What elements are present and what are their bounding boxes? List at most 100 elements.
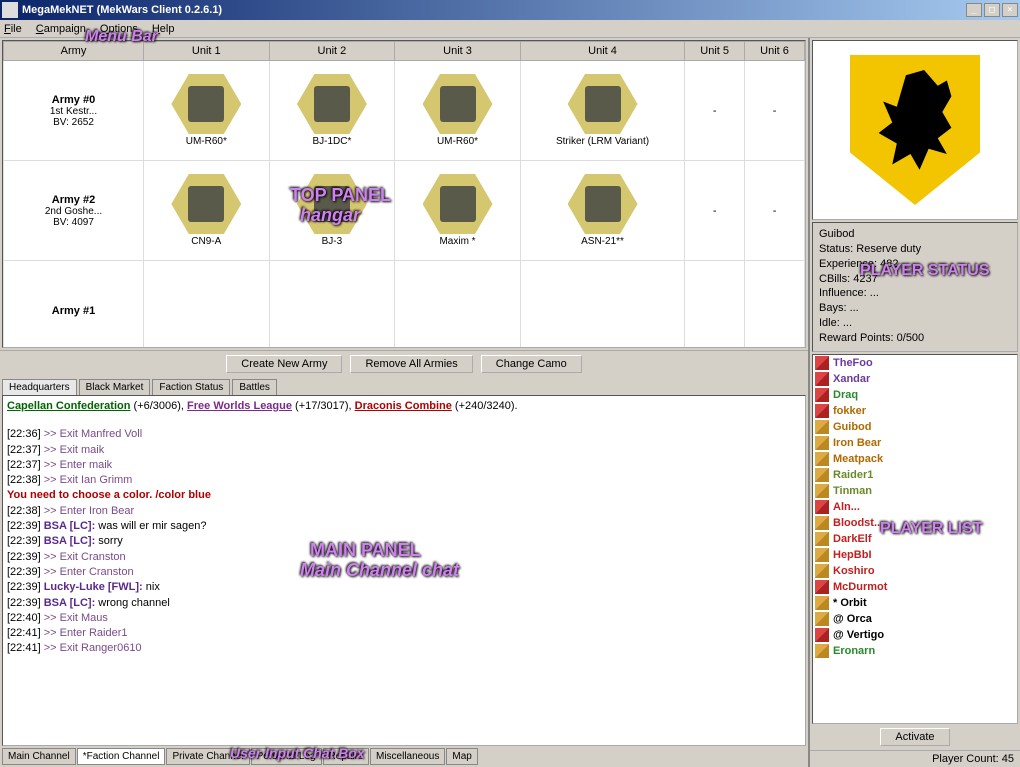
player-list[interactable]: TheFooXandarDraqfokkerGuibodIron BearMea… <box>812 354 1018 724</box>
chat-tab[interactable]: *Faction Channel <box>77 748 166 765</box>
unit-cell[interactable]: UM-R60* <box>144 61 270 161</box>
menu-file[interactable]: File <box>4 23 22 35</box>
sword-icon <box>815 356 829 370</box>
army-cell[interactable]: Army #22nd Goshe...BV: 4097 <box>4 161 144 261</box>
chat-tab[interactable]: Private Channel <box>166 748 249 765</box>
unit-cell[interactable]: ASN-21** <box>520 161 684 261</box>
sword-icon <box>815 628 829 642</box>
unit-cell[interactable]: BJ-1DC* <box>269 61 395 161</box>
unit-cell[interactable]: CN9-A <box>144 161 270 261</box>
player-row[interactable]: DarkElf <box>813 531 1017 547</box>
player-row[interactable]: Meatpack <box>813 451 1017 467</box>
unit-cell: - <box>685 161 745 261</box>
sword-icon <box>815 564 829 578</box>
chat-line: [22:39] Lucky-Luke [FWL]: nix <box>7 580 801 594</box>
unit-cell: - <box>685 61 745 161</box>
player-row[interactable]: @ Orca <box>813 611 1017 627</box>
remove-armies-button[interactable]: Remove All Armies <box>350 355 472 373</box>
lion-icon <box>870 70 961 175</box>
change-camo-button[interactable]: Change Camo <box>481 355 582 373</box>
chat-line: [22:38] >> Enter Iron Bear <box>7 504 801 518</box>
faction-link[interactable]: Capellan Confederation <box>7 400 130 412</box>
chat-tab[interactable]: Repairs <box>323 748 369 765</box>
sword-icon <box>815 388 829 402</box>
mech-icon <box>314 86 350 122</box>
player-row[interactable]: Eronarn <box>813 643 1017 659</box>
player-row[interactable]: HepBbI <box>813 547 1017 563</box>
sword-icon <box>815 532 829 546</box>
unit-cell <box>395 261 521 349</box>
sword-icon <box>815 404 829 418</box>
menu-options[interactable]: Options <box>100 23 138 35</box>
chat-tabs: Main Channel*Faction ChannelPrivate Chan… <box>0 746 808 767</box>
mech-icon <box>585 86 621 122</box>
player-row[interactable]: Aln... <box>813 499 1017 515</box>
chat-line: [22:37] >> Exit maik <box>7 443 801 457</box>
unit-cell: - <box>745 61 805 161</box>
army-cell[interactable]: Army #01st Kestr...BV: 2652 <box>4 61 144 161</box>
player-row[interactable]: Koshiro <box>813 563 1017 579</box>
mech-icon <box>314 186 350 222</box>
player-row[interactable]: Draq <box>813 387 1017 403</box>
menu-campaign[interactable]: Campaign <box>36 23 86 35</box>
chat-tab[interactable]: Main Channel <box>2 748 76 765</box>
title-bar: MegaMekNET (MekWars Client 0.2.6.1) _ □ … <box>0 0 1020 20</box>
chat-line: [22:40] >> Exit Maus <box>7 611 801 625</box>
chat-tab[interactable]: Map <box>446 748 477 765</box>
unit-cell[interactable]: Striker (LRM Variant) <box>520 61 684 161</box>
unit-cell <box>144 261 270 349</box>
panel-tabs: HeadquartersBlack MarketFaction StatusBa… <box>0 377 808 395</box>
unit-cell[interactable]: BJ-3 <box>269 161 395 261</box>
chat-area[interactable]: Capellan Confederation (+6/3006), Free W… <box>2 395 806 746</box>
army-cell[interactable]: Army #1 <box>4 261 144 349</box>
chat-line: [22:39] BSA [LC]: wrong channel <box>7 596 801 610</box>
panel-tab[interactable]: Headquarters <box>2 379 77 395</box>
unit-cell[interactable]: Maxim * <box>395 161 521 261</box>
chat-line: [22:37] >> Enter maik <box>7 458 801 472</box>
player-row[interactable]: TheFoo <box>813 355 1017 371</box>
faction-crest <box>812 40 1018 220</box>
status-influ: Influence: ... <box>819 286 1011 301</box>
player-row[interactable]: Xandar <box>813 371 1017 387</box>
player-row[interactable]: Bloodst... <box>813 515 1017 531</box>
sword-icon <box>815 468 829 482</box>
chat-line: [22:39] BSA [LC]: was will er mir sagen? <box>7 519 801 533</box>
chat-tab[interactable]: Personal Log <box>251 748 322 765</box>
menu-help[interactable]: Help <box>152 23 175 35</box>
activate-button[interactable]: Activate <box>880 728 949 746</box>
player-row[interactable]: Iron Bear <box>813 435 1017 451</box>
sword-icon <box>815 500 829 514</box>
minimize-button[interactable]: _ <box>966 3 982 17</box>
sword-icon <box>815 596 829 610</box>
mech-icon <box>440 186 476 222</box>
maximize-button[interactable]: □ <box>984 3 1000 17</box>
sword-icon <box>815 580 829 594</box>
player-row[interactable]: Guibod <box>813 419 1017 435</box>
unit-cell <box>269 261 395 349</box>
faction-link[interactable]: Draconis Combine <box>355 400 452 412</box>
window-title: MegaMekNET (MekWars Client 0.2.6.1) <box>22 4 966 16</box>
sword-icon <box>815 436 829 450</box>
unit-cell <box>520 261 684 349</box>
player-row[interactable]: Raider1 <box>813 467 1017 483</box>
app-icon <box>2 2 18 18</box>
sword-icon <box>815 516 829 530</box>
unit-cell[interactable]: UM-R60* <box>395 61 521 161</box>
player-row[interactable]: fokker <box>813 403 1017 419</box>
player-status: Guibod Status: Reserve duty Experience: … <box>812 222 1018 352</box>
unit-cell: - <box>745 161 805 261</box>
close-button[interactable]: × <box>1002 3 1018 17</box>
chat-tab[interactable]: Miscellaneous <box>370 748 445 765</box>
player-row[interactable]: Tinman <box>813 483 1017 499</box>
faction-link[interactable]: Free Worlds League <box>187 400 292 412</box>
player-row[interactable]: @ Vertigo <box>813 627 1017 643</box>
player-row[interactable]: McDurmot <box>813 579 1017 595</box>
chat-line: [22:41] >> Enter Raider1 <box>7 626 801 640</box>
create-army-button[interactable]: Create New Army <box>226 355 342 373</box>
mech-icon <box>188 86 224 122</box>
panel-tab[interactable]: Black Market <box>79 379 151 395</box>
player-row[interactable]: * Orbit <box>813 595 1017 611</box>
panel-tab[interactable]: Battles <box>232 379 277 395</box>
status-bays: Bays: ... <box>819 301 1011 316</box>
panel-tab[interactable]: Faction Status <box>152 379 230 395</box>
